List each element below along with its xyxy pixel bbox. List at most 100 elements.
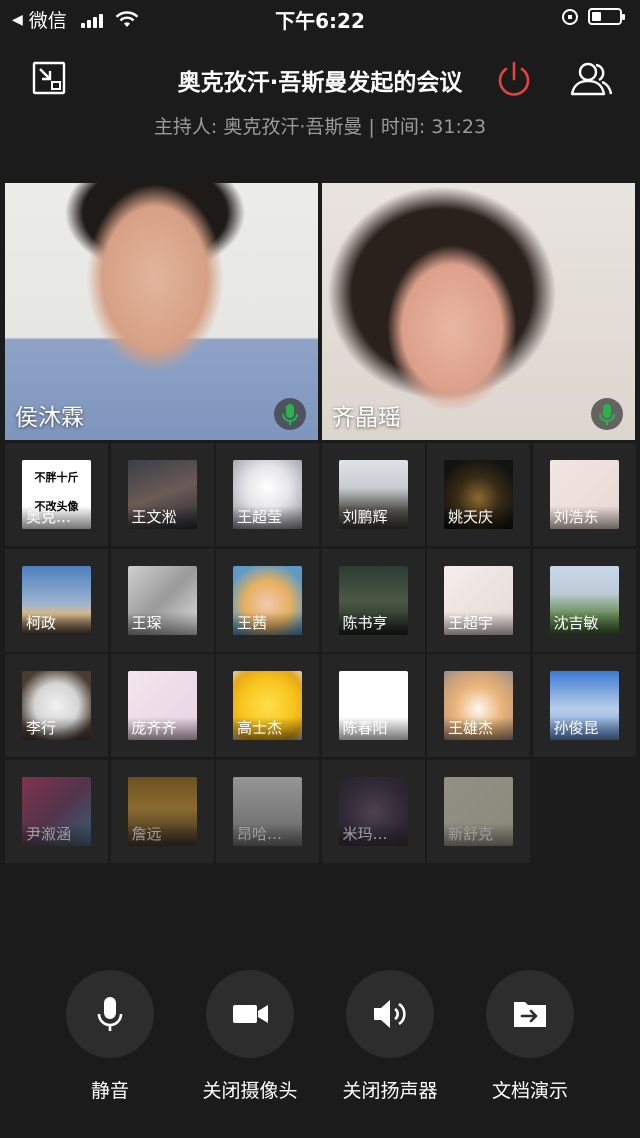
participant-name: 沈吉敏 [549, 611, 619, 635]
participant-avatar: 王茜 [233, 565, 302, 635]
document-share-button[interactable] [486, 970, 574, 1058]
participant-tile[interactable]: 王超宇 [427, 548, 530, 652]
participant-name: 尹溆涵 [22, 822, 91, 846]
mute-label: 静音 [90, 1080, 129, 1102]
participant-avatar: 高士杰 [233, 671, 302, 740]
participant-name: 王雄杰 [444, 717, 513, 740]
video-tile[interactable]: 齐晶瑶 [322, 183, 635, 440]
participant-tile[interactable]: 刘浩东 [532, 443, 636, 546]
participant-name: 李行 [22, 717, 91, 740]
participant-tile[interactable]: 李行 [5, 654, 108, 757]
battery-fill [592, 12, 601, 21]
participant-tile[interactable]: 庞齐齐 [110, 654, 214, 757]
participant-name: 柯政 [22, 611, 91, 635]
camera-off-label: 关闭摄像头 [202, 1080, 298, 1102]
speaker-off-button[interactable] [346, 970, 434, 1058]
participant-name: 詹远 [127, 822, 197, 846]
participant-avatar: 王琛 [127, 565, 197, 635]
document-control[interactable]: 文档演示 [470, 970, 590, 1103]
participant-avatar: 柯政 [22, 565, 91, 635]
mute-button[interactable] [66, 970, 154, 1058]
participant-avatar: 陈书亨 [338, 565, 408, 635]
mute-control[interactable]: 静音 [50, 970, 170, 1103]
participant-name: 奥克… [22, 506, 91, 529]
participant-name: 王茜 [233, 611, 302, 635]
participant-avatar: 王文淞 [127, 460, 197, 529]
speaker-icon [374, 1000, 406, 1028]
participant-name: 刘浩东 [549, 506, 619, 529]
participant-name: 王文淞 [127, 506, 197, 529]
participant-tile[interactable]: 不胖十斤不改头像奥克… [5, 443, 108, 546]
participant-name: 昂哈… [233, 822, 302, 846]
video-participant-name: 齐晶瑶 [332, 405, 401, 431]
share-document-icon [514, 1002, 546, 1027]
video-camera-icon [233, 1005, 268, 1023]
meeting-header: 奥克孜汗·吾斯曼发起的会议 [0, 48, 640, 110]
microphone-icon [97, 997, 123, 1031]
power-icon[interactable] [494, 60, 534, 100]
participant-tile[interactable]: 王茜 [216, 548, 319, 652]
participant-name: 米玛… [338, 822, 408, 846]
mic-active-icon [274, 398, 306, 430]
participants-icon[interactable] [568, 58, 614, 100]
participant-name: 陈书亨 [338, 611, 408, 635]
participant-name: 王超莹 [233, 506, 302, 529]
participant-tile[interactable]: 刘鹏辉 [321, 443, 425, 546]
participant-name: 庞齐齐 [127, 717, 197, 740]
participant-name: 刘鹏辉 [338, 506, 408, 529]
participant-tile[interactable]: 昂哈… [216, 759, 319, 863]
participant-name: 王琛 [127, 611, 197, 635]
participant-avatar: 孙俊昆 [549, 671, 619, 740]
avatar-caption: 不胖十斤 [34, 471, 79, 484]
document-share-label: 文档演示 [491, 1080, 568, 1102]
participant-name: 王超宇 [444, 611, 513, 635]
participant-avatar: 沈吉敏 [549, 565, 619, 635]
participant-name: 孙俊昆 [549, 717, 619, 740]
mic-active-icon [591, 398, 623, 430]
participant-tile[interactable]: 王雄杰 [427, 654, 530, 757]
participant-avatar: 李行 [22, 671, 91, 740]
meeting-title: 奥克孜汗·吾斯曼发起的会议 [177, 70, 463, 96]
participant-tile[interactable]: 詹远 [110, 759, 214, 863]
participant-tile[interactable]: 王超莹 [216, 443, 319, 546]
participant-avatar: 米玛… [338, 776, 408, 846]
participant-name: 新舒克 [444, 822, 513, 846]
participant-avatar: 尹溆涵 [22, 776, 91, 846]
status-time: 下午6:22 [275, 9, 365, 33]
participant-tile[interactable]: 沈吉敏 [532, 548, 636, 652]
participant-tile[interactable]: 王文淞 [110, 443, 214, 546]
host-and-duration: 主持人: 奥克孜汗·吾斯曼 | 时间: 31:23 [153, 116, 487, 138]
participant-avatar: 刘鹏辉 [338, 460, 408, 529]
participant-tile[interactable]: 陈书亨 [321, 548, 425, 652]
status-bar: ◀ 微信 下午6:22 [0, 0, 640, 36]
rotation-lock-icon [562, 8, 578, 25]
participant-tile[interactable]: 王琛 [110, 548, 214, 652]
participant-avatar: 王雄杰 [444, 671, 513, 740]
participant-avatar: 王超宇 [444, 565, 513, 635]
battery-icon [588, 8, 625, 25]
participant-tile[interactable]: 新舒克 [427, 759, 530, 863]
participant-tile[interactable]: 米玛… [321, 759, 425, 863]
participant-name: 陈春阳 [338, 717, 408, 740]
participant-name: 姚天庆 [444, 506, 513, 529]
video-tile[interactable]: 侯沐霖 [5, 183, 318, 440]
participant-avatar: 王超莹 [233, 460, 302, 529]
participant-avatar: 不胖十斤不改头像奥克… [22, 460, 91, 529]
participant-tile[interactable]: 柯政 [5, 548, 108, 652]
speaker-control[interactable]: 关闭扬声器 [330, 970, 450, 1103]
participant-avatar: 詹远 [127, 776, 197, 846]
participant-avatar: 昂哈… [233, 776, 302, 846]
participant-name: 高士杰 [233, 717, 302, 740]
participant-avatar: 新舒克 [444, 776, 513, 846]
participant-tile[interactable]: 孙俊昆 [532, 654, 636, 757]
participant-tile[interactable]: 姚天庆 [427, 443, 530, 546]
participant-tile[interactable]: 陈春阳 [321, 654, 425, 757]
speaker-off-label: 关闭扬声器 [342, 1080, 438, 1102]
camera-control[interactable]: 关闭摄像头 [190, 970, 310, 1103]
video-participant-name: 侯沐霖 [15, 405, 84, 431]
camera-off-button[interactable] [206, 970, 294, 1058]
participant-tile[interactable]: 尹溆涵 [5, 759, 108, 863]
participant-avatar: 姚天庆 [444, 460, 513, 529]
participant-tile[interactable]: 高士杰 [216, 654, 319, 757]
participant-avatar: 陈春阳 [338, 671, 408, 740]
